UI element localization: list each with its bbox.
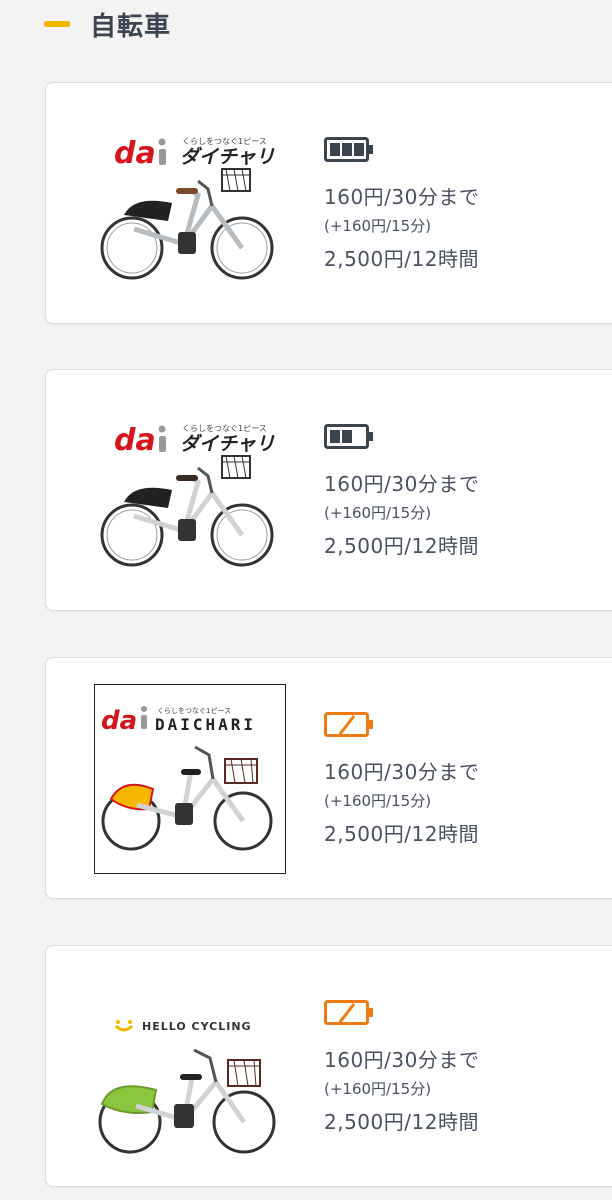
bike-card[interactable]: HELLO CYCLING 160円/30分まで (+160円/15分) 2,5… [45,945,612,1187]
price-extension: (+160円/15分) [324,217,432,235]
bike-card[interactable]: da くらしをつなぐ1ピース ダイチャリ 160円/30分まで (+160円/1… [45,369,612,611]
brand-logo: ダイチャリ [180,433,275,455]
logo-mark: da [114,136,156,171]
bike-image: da くらしをつなぐ1ピース DAICHARI [101,706,273,851]
bike-image: da くらしをつなぐ1ピース ダイチャリ [100,136,275,280]
logo-tagline: くらしをつなぐ1ピース [182,137,267,146]
price-base: 160円/30分まで [324,185,480,209]
battery-medium-icon [324,424,373,449]
battery-low-icon [324,1000,373,1025]
price-base: 160円/30分まで [324,760,480,784]
bike-card[interactable]: da くらしをつなぐ1ピース ダイチャリ 160円/30分まで (+160円/1… [45,82,612,324]
bike-image: da くらしをつなぐ1ピース ダイチャリ [100,423,275,567]
brand-logo: HELLO CYCLING [142,1020,252,1033]
bike-thumbnail: da くらしをつなぐ1ピース ダイチャリ [94,111,290,311]
battery-full-icon [324,137,373,162]
bike-card[interactable]: da くらしをつなぐ1ピース DAICHARI 160円/30分まで (+160… [45,657,612,899]
brand-logo: DAICHARI [155,715,256,734]
bike-thumbnail: da くらしをつなぐ1ピース ダイチャリ [94,398,290,598]
brand-logo: ダイチャリ [180,146,275,168]
logo-mark: da [114,423,156,458]
bike-thumbnail: da くらしをつなぐ1ピース DAICHARI [94,684,286,874]
price-max: 2,500円/12時間 [324,534,479,558]
battery-low-icon [324,712,373,737]
section-title: 自転車 [90,12,172,42]
price-extension: (+160円/15分) [324,792,432,810]
logo-tagline: くらしをつなぐ1ピース [157,707,231,715]
price-base: 160円/30分まで [324,1048,480,1072]
price-max: 2,500円/12時間 [324,1110,479,1134]
section-header: 自転車 [0,0,612,52]
price-max: 2,500円/12時間 [324,247,479,271]
price-extension: (+160円/15分) [324,1080,432,1098]
price-base: 160円/30分まで [324,472,480,496]
logo-tagline: くらしをつなぐ1ピース [182,424,267,433]
bike-image: HELLO CYCLING [98,1020,276,1154]
price-extension: (+160円/15分) [324,504,432,522]
section-accent-bar [44,21,70,27]
logo-mark: da [101,706,137,736]
bike-thumbnail: HELLO CYCLING [94,974,290,1174]
price-max: 2,500円/12時間 [324,822,479,846]
